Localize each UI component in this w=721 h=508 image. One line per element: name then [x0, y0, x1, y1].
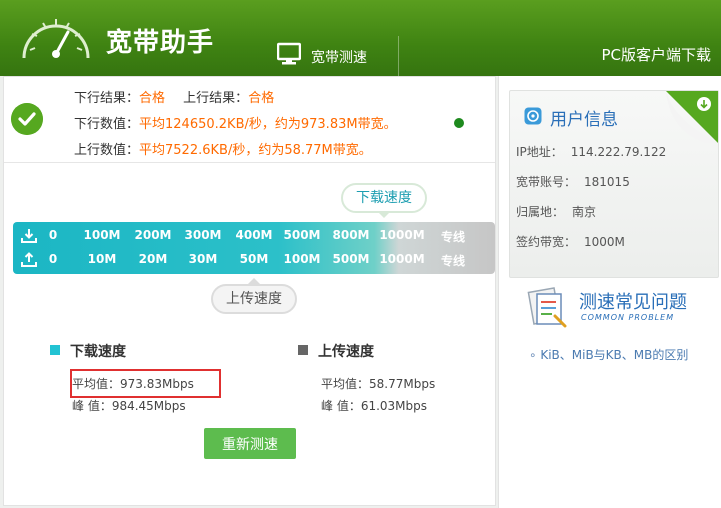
- upload-legend-square: [298, 345, 308, 355]
- down-value-label: 下行数值：: [74, 117, 140, 132]
- down-tick: 400M: [235, 228, 273, 242]
- account-label: 宽带账号：: [516, 175, 577, 189]
- speed-meter-bar: 0 100M 200M 300M 400M 500M 800M 1000M 专线…: [13, 222, 495, 274]
- upload-average: 平均值：58.77Mbps: [321, 377, 436, 391]
- download-scale-row: 0 100M 200M 300M 400M 500M 800M 1000M 专线: [13, 226, 495, 248]
- up-tick: 30M: [188, 252, 218, 266]
- up-tick: 500M: [332, 252, 370, 266]
- download-bubble-pointer: [377, 211, 391, 218]
- down-result-label: 下行结果：: [74, 91, 140, 106]
- download-summary-title: 下载速度: [70, 344, 126, 360]
- user-info-card: 用户信息 IP地址： 114.222.79.122 宽带账号： 181015 归属地…: [509, 90, 719, 278]
- bandwidth-value: 1000M: [584, 235, 625, 249]
- up-value-text: 平均7522.6KB/秒，约为58.77M带宽。: [139, 143, 372, 158]
- faq-subtitle: COMMON PROBLEM: [581, 313, 675, 322]
- pc-client-download-link[interactable]: PC版客户端下载: [601, 44, 711, 65]
- up-tick: 1000M: [379, 252, 425, 266]
- faq-link-kib-vs-kb[interactable]: ∘ KiB、MiB与KB、MB的区别: [529, 346, 688, 363]
- ip-value: 114.222.79.122: [570, 145, 667, 159]
- faq-title: 测速常见问题: [579, 292, 687, 313]
- download-legend-square: [50, 345, 60, 355]
- bullet-icon: ∘: [529, 348, 541, 362]
- header-bar: 宽带助手 宽带测速 PC版客户端下载: [0, 0, 721, 76]
- up-result-value: 合格: [248, 91, 275, 106]
- location-label: 归属地：: [516, 205, 565, 219]
- result-status-line: 下行结果：合格 上行结果：合格: [74, 87, 274, 106]
- faq-link-text: KiB、MiB与KB、MB的区别: [540, 348, 689, 362]
- tab-broadband-speed-test[interactable]: 宽带测速: [263, 28, 399, 76]
- down-tick: 专线: [440, 230, 466, 244]
- user-info-title: 用户信息: [550, 110, 618, 130]
- status-dot: [454, 118, 464, 128]
- user-info-icon: [524, 107, 542, 125]
- average-highlight-box: [70, 369, 221, 398]
- download-speed-bubble: 下载速度: [341, 183, 427, 213]
- tab-speed-label: 宽带测速: [311, 50, 367, 66]
- location-value: 南京: [572, 205, 597, 219]
- upload-scale-row: 0 10M 20M 30M 50M 100M 500M 1000M 专线: [13, 250, 495, 272]
- ip-label: IP地址：: [516, 145, 563, 159]
- up-tick: 0: [48, 252, 58, 266]
- down-tick: 1000M: [379, 228, 425, 242]
- up-value-line: 上行数值：平均7522.6KB/秒，约为58.77M带宽。: [74, 139, 372, 158]
- monitor-icon: [277, 42, 301, 65]
- up-tick: 100M: [283, 252, 321, 266]
- speed-test-panel: 下行结果：合格 上行结果：合格 下行数值：平均124650.2KB/秒，约为97…: [3, 76, 496, 506]
- down-tick: 100M: [83, 228, 121, 242]
- upload-summary-title: 上传速度: [318, 344, 374, 360]
- down-tick: 0: [48, 228, 58, 242]
- up-tick: 专线: [440, 254, 466, 268]
- retest-button[interactable]: 重新测速: [204, 428, 296, 459]
- sidebar-panel: 用户信息 IP地址： 114.222.79.122 宽带账号： 181015 归属地…: [498, 76, 721, 508]
- ip-row: IP地址： 114.222.79.122: [516, 143, 666, 160]
- down-tick: 300M: [184, 228, 222, 242]
- result-summary: 下行结果：合格 上行结果：合格 下行数值：平均124650.2KB/秒，约为97…: [4, 77, 495, 163]
- down-value-text: 平均124650.2KB/秒，约为973.83M带宽。: [139, 117, 397, 132]
- up-tick: 20M: [138, 252, 168, 266]
- down-tick: 200M: [134, 228, 172, 242]
- faq-header[interactable]: 测速常见问题 COMMON PROBLEM: [525, 286, 715, 328]
- upload-peak: 峰 值：61.03Mbps: [321, 399, 428, 413]
- speedometer-icon: [22, 19, 90, 59]
- up-tick: 10M: [87, 252, 117, 266]
- upload-icon: [21, 252, 37, 267]
- bandwidth-row: 签约带宽： 1000M: [516, 233, 625, 250]
- account-value: 181015: [584, 175, 630, 189]
- bandwidth-label: 签约带宽：: [516, 235, 577, 249]
- down-tick: 500M: [283, 228, 321, 242]
- account-row: 宽带账号： 181015: [516, 173, 630, 190]
- up-value-label: 上行数值：: [74, 143, 140, 158]
- up-result-label: 上行结果：: [183, 91, 249, 106]
- download-peak: 峰 值：984.45Mbps: [72, 399, 186, 413]
- download-corner-icon[interactable]: [666, 91, 718, 143]
- tab-divider: [398, 36, 399, 76]
- down-value-line: 下行数值：平均124650.2KB/秒，约为973.83M带宽。: [74, 113, 397, 132]
- down-tick: 800M: [332, 228, 370, 242]
- down-result-value: 合格: [139, 91, 166, 106]
- faq-document-icon: [527, 287, 567, 328]
- upload-speed-bubble: 上传速度: [211, 284, 297, 314]
- download-icon: [21, 229, 37, 243]
- up-tick: 50M: [239, 252, 269, 266]
- broadband-assistant-window: 宽带助手 宽带测速 PC版客户端下载 下行结果：合格 上行结果：合格 下行数值：: [0, 0, 721, 508]
- check-icon: [11, 103, 43, 135]
- location-row: 归属地： 南京: [516, 203, 596, 220]
- app-title: 宽带助手: [106, 28, 215, 58]
